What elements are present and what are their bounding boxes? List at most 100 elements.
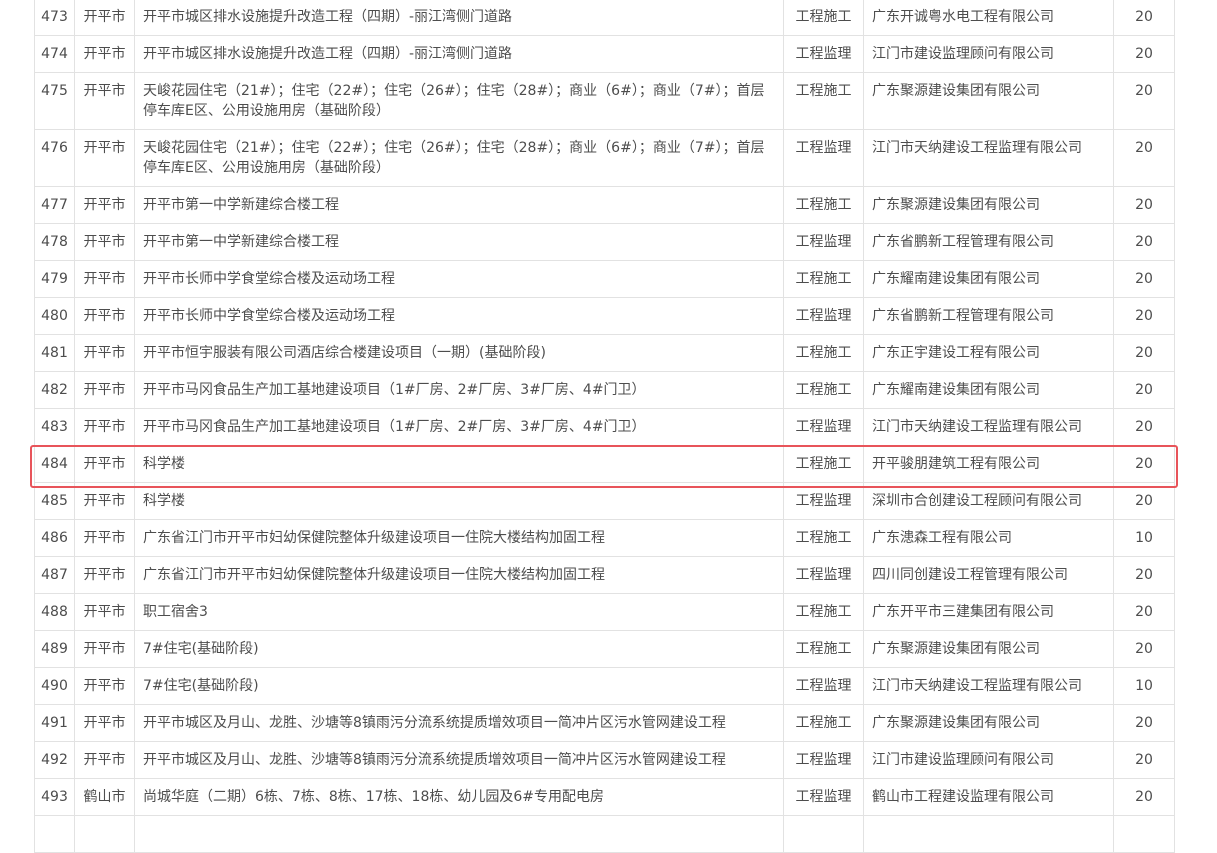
table-row: 491 开平市 开平市城区及月山、龙胜、沙塘等8镇雨污分流系统提质增效项目一简冲片区… xyxy=(34,704,1175,742)
work-type-cell: 工程监理 xyxy=(783,35,864,73)
city-cell: 开平市 xyxy=(74,129,135,187)
row-index-cell: 487 xyxy=(34,556,75,594)
project-name-cell: 开平市马冈食品生产加工基地建设项目（1#厂房、2#厂房、3#厂房、4#门卫） xyxy=(134,408,784,446)
score-cell: 20 xyxy=(1113,223,1175,261)
city-cell: 开平市 xyxy=(74,35,135,73)
score-cell: 20 xyxy=(1113,72,1175,130)
results-table-container: 473 开平市 开平市城区排水设施提升改造工程（四期）-丽江湾侧门道路 工程施工 广东开… xyxy=(34,0,1175,853)
row-index-cell: 474 xyxy=(34,35,75,73)
project-name-cell: 开平市城区排水设施提升改造工程（四期）-丽江湾侧门道路 xyxy=(134,0,784,36)
project-name-cell: 开平市马冈食品生产加工基地建设项目（1#厂房、2#厂房、3#厂房、4#门卫） xyxy=(134,371,784,409)
project-name-cell: 开平市第一中学新建综合楼工程 xyxy=(134,223,784,261)
score-cell: 20 xyxy=(1113,0,1175,36)
row-index-cell: 493 xyxy=(34,778,75,816)
table-body: 473 开平市 开平市城区排水设施提升改造工程（四期）-丽江湾侧门道路 工程施工 广东开… xyxy=(34,0,1175,853)
city-cell: 开平市 xyxy=(74,334,135,372)
table-row: 490 开平市 7#住宅(基础阶段) 工程监理 江门市天纳建设工程监理有限公司 10 xyxy=(34,667,1175,705)
project-name-cell: 开平市第一中学新建综合楼工程 xyxy=(134,186,784,224)
score-cell: 20 xyxy=(1113,445,1175,483)
work-type-cell: 工程监理 xyxy=(783,297,864,335)
row-index-cell: 483 xyxy=(34,408,75,446)
project-name-cell: 开平市城区排水设施提升改造工程（四期）-丽江湾侧门道路 xyxy=(134,35,784,73)
work-type-cell: 工程施工 xyxy=(783,704,864,742)
table-row: 492 开平市 开平市城区及月山、龙胜、沙塘等8镇雨污分流系统提质增效项目一简冲片区… xyxy=(34,741,1175,779)
company-cell: 广东开平市三建集团有限公司 xyxy=(863,593,1114,631)
city-cell xyxy=(74,815,135,853)
work-type-cell: 工程监理 xyxy=(783,482,864,520)
project-name-cell xyxy=(134,815,784,853)
company-cell: 广东开诚粤水电工程有限公司 xyxy=(863,0,1114,36)
row-index-cell: 482 xyxy=(34,371,75,409)
work-type-cell: 工程施工 xyxy=(783,260,864,298)
row-index-cell: 479 xyxy=(34,260,75,298)
table-row: 480 开平市 开平市长师中学食堂综合楼及运动场工程 工程监理 广东省鹏新工程管理有限公… xyxy=(34,297,1175,335)
row-index-cell: 486 xyxy=(34,519,75,557)
score-cell: 20 xyxy=(1113,630,1175,668)
city-cell: 开平市 xyxy=(74,297,135,335)
city-cell: 开平市 xyxy=(74,556,135,594)
score-cell: 20 xyxy=(1113,482,1175,520)
score-cell: 20 xyxy=(1113,778,1175,816)
city-cell: 开平市 xyxy=(74,371,135,409)
table-row: 485 开平市 科学楼 工程监理 深圳市合创建设工程顾问有限公司 20 xyxy=(34,482,1175,520)
city-cell: 开平市 xyxy=(74,223,135,261)
company-cell: 广东耀南建设集团有限公司 xyxy=(863,371,1114,409)
score-cell: 20 xyxy=(1113,334,1175,372)
results-table: 473 开平市 开平市城区排水设施提升改造工程（四期）-丽江湾侧门道路 工程施工 广东开… xyxy=(34,0,1175,853)
company-cell: 广东省鹏新工程管理有限公司 xyxy=(863,223,1114,261)
table-row: 487 开平市 广东省江门市开平市妇幼保健院整体升级建设项目一住院大楼结构加固工程工… xyxy=(34,556,1175,594)
row-index-cell: 475 xyxy=(34,72,75,130)
row-index-cell: 484 xyxy=(34,445,75,483)
project-name-cell: 广东省江门市开平市妇幼保健院整体升级建设项目一住院大楼结构加固工程 xyxy=(134,556,784,594)
project-name-cell: 科学楼 xyxy=(134,482,784,520)
project-name-cell: 天峻花园住宅（21#）；住宅（22#）；住宅（26#）；住宅（28#）；商业（6… xyxy=(134,129,784,187)
company-cell: 广东省鹏新工程管理有限公司 xyxy=(863,297,1114,335)
company-cell: 江门市建设监理顾问有限公司 xyxy=(863,35,1114,73)
company-cell: 广东漶森工程有限公司 xyxy=(863,519,1114,557)
work-type-cell: 工程监理 xyxy=(783,408,864,446)
company-cell: 深圳市合创建设工程顾问有限公司 xyxy=(863,482,1114,520)
row-index-cell: 481 xyxy=(34,334,75,372)
work-type-cell: 工程施工 xyxy=(783,0,864,36)
row-index-cell: 488 xyxy=(34,593,75,631)
city-cell: 开平市 xyxy=(74,519,135,557)
company-cell: 广东正宇建设工程有限公司 xyxy=(863,334,1114,372)
row-index-cell: 491 xyxy=(34,704,75,742)
table-row: 473 开平市 开平市城区排水设施提升改造工程（四期）-丽江湾侧门道路 工程施工 广东开… xyxy=(34,0,1175,36)
work-type-cell: 工程施工 xyxy=(783,334,864,372)
table-row: 477 开平市 开平市第一中学新建综合楼工程 工程施工 广东聚源建设集团有限公司 20 xyxy=(34,186,1175,224)
row-index-cell: 492 xyxy=(34,741,75,779)
company-cell: 广东聚源建设集团有限公司 xyxy=(863,630,1114,668)
project-name-cell: 职工宿舍3 xyxy=(134,593,784,631)
city-cell: 开平市 xyxy=(74,593,135,631)
table-row: 474 开平市 开平市城区排水设施提升改造工程（四期）-丽江湾侧门道路 工程监理 江门市… xyxy=(34,35,1175,73)
company-cell: 鹤山市工程建设监理有限公司 xyxy=(863,778,1114,816)
row-index-cell xyxy=(34,815,75,853)
company-cell: 江门市建设监理顾问有限公司 xyxy=(863,741,1114,779)
city-cell: 开平市 xyxy=(74,72,135,130)
company-cell xyxy=(863,815,1114,853)
score-cell xyxy=(1113,815,1175,853)
city-cell: 开平市 xyxy=(74,704,135,742)
row-index-cell: 473 xyxy=(34,0,75,36)
row-index-cell: 478 xyxy=(34,223,75,261)
score-cell: 10 xyxy=(1113,519,1175,557)
project-name-cell: 7#住宅(基础阶段) xyxy=(134,667,784,705)
table-row: 489 开平市 7#住宅(基础阶段) 工程施工 广东聚源建设集团有限公司 20 xyxy=(34,630,1175,668)
work-type-cell: 工程监理 xyxy=(783,667,864,705)
work-type-cell: 工程监理 xyxy=(783,223,864,261)
company-cell: 广东聚源建设集团有限公司 xyxy=(863,186,1114,224)
score-cell: 20 xyxy=(1113,741,1175,779)
project-name-cell: 开平市长师中学食堂综合楼及运动场工程 xyxy=(134,260,784,298)
row-index-cell: 477 xyxy=(34,186,75,224)
table-row: 481 开平市 开平市恒宇服装有限公司酒店综合楼建设项目（一期）(基础阶段) 工程施工… xyxy=(34,334,1175,372)
company-cell: 江门市天纳建设工程监理有限公司 xyxy=(863,408,1114,446)
score-cell: 20 xyxy=(1113,297,1175,335)
city-cell: 开平市 xyxy=(74,445,135,483)
row-index-cell: 485 xyxy=(34,482,75,520)
work-type-cell: 工程监理 xyxy=(783,741,864,779)
work-type-cell: 工程施工 xyxy=(783,445,864,483)
table-row: 475 开平市 天峻花园住宅（21#）；住宅（22#）；住宅（26#）；住宅（28#… xyxy=(34,72,1175,130)
table-row: 483 开平市 开平市马冈食品生产加工基地建设项目（1#厂房、2#厂房、3#厂房、4… xyxy=(34,408,1175,446)
table-row: 488 开平市 职工宿舍3 工程施工 广东开平市三建集团有限公司 20 xyxy=(34,593,1175,631)
